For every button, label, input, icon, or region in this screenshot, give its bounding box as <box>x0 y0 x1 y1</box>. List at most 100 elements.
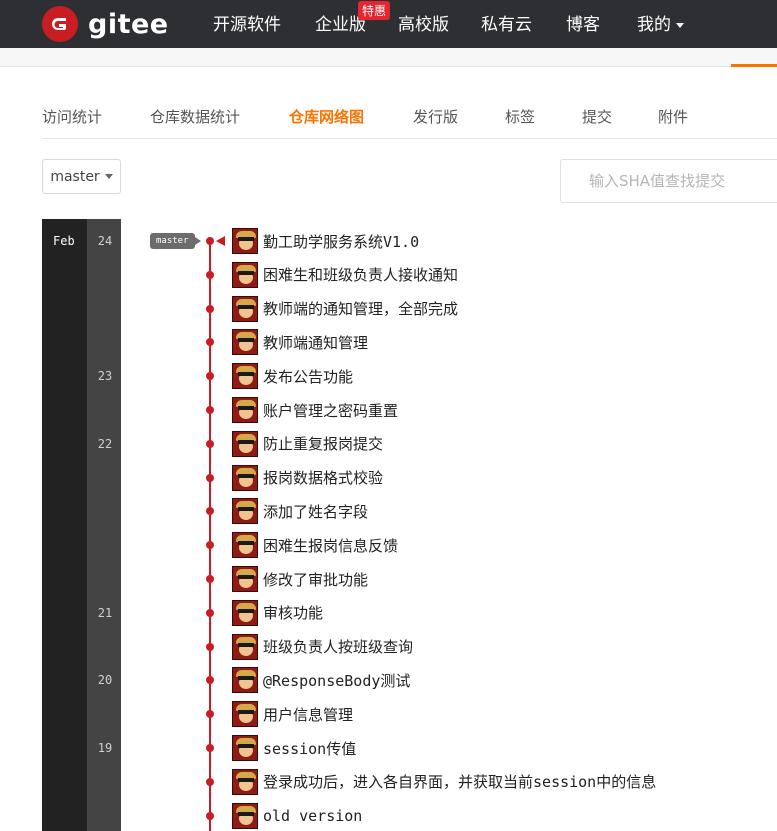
commit-row[interactable]: 困难生和班级负责人接收通知 <box>232 261 458 288</box>
nav-open-source[interactable]: 开源软件 <box>213 10 281 35</box>
commit-dot[interactable] <box>206 439 214 448</box>
commit-message[interactable]: 发布公告功能 <box>263 366 353 387</box>
commit-message[interactable]: 审核功能 <box>263 602 323 623</box>
commit-message[interactable]: @ResponseBody测试 <box>263 670 410 691</box>
commit-message[interactable]: 添加了姓名字段 <box>263 501 368 522</box>
avatar[interactable] <box>232 532 258 559</box>
nav-mine-menu[interactable]: 我的 <box>637 10 684 35</box>
avatar[interactable] <box>232 701 258 728</box>
day-label: 19 <box>97 741 113 755</box>
branch-select-value: master <box>50 168 100 185</box>
commit-dot[interactable] <box>206 473 214 482</box>
commit-dot[interactable] <box>206 608 214 617</box>
branch-head-tag[interactable]: master <box>150 233 200 249</box>
commit-row[interactable]: 添加了姓名字段 <box>232 498 368 525</box>
commit-dot[interactable] <box>206 777 214 786</box>
gitee-logo[interactable]: gitee <box>42 5 169 43</box>
commit-row[interactable]: 修改了审批功能 <box>232 566 368 592</box>
commit-row[interactable]: 报岗数据格式校验 <box>232 464 383 491</box>
commit-row[interactable]: 困难生报岗信息反馈 <box>232 532 398 559</box>
commit-dot[interactable] <box>206 406 214 414</box>
avatar[interactable] <box>232 566 258 592</box>
avatar[interactable] <box>232 599 258 626</box>
commit-dot[interactable] <box>206 811 214 820</box>
nav-blog[interactable]: 博客 <box>566 10 600 35</box>
commit-row[interactable]: 用户信息管理 <box>232 701 353 728</box>
tab-tags[interactable]: 标签 <box>505 106 535 127</box>
commit-dot[interactable] <box>206 710 214 719</box>
avatar[interactable] <box>232 633 258 660</box>
commit-message[interactable]: 班级负责人按班级查询 <box>263 636 413 657</box>
commit-row[interactable]: 勤工助学服务系统V1.0 <box>232 228 419 254</box>
commit-dot[interactable] <box>206 304 214 313</box>
commit-dot[interactable] <box>206 237 214 245</box>
commit-message[interactable]: 教师端的通知管理，全部完成 <box>263 298 458 319</box>
promo-badge: 特惠 <box>358 1 391 20</box>
commit-message[interactable]: 防止重复报岗提交 <box>263 433 383 454</box>
day-label: 22 <box>97 436 113 451</box>
commit-message[interactable]: 勤工助学服务系统V1.0 <box>263 231 419 252</box>
commit-message[interactable]: old version <box>263 807 362 825</box>
commit-dot[interactable] <box>206 338 214 347</box>
commit-row[interactable]: 防止重复报岗提交 <box>232 430 383 457</box>
day-label: 21 <box>97 605 113 620</box>
commit-message[interactable]: 用户信息管理 <box>263 704 353 725</box>
tab-network-graph[interactable]: 仓库网络图 <box>289 106 364 127</box>
commit-row[interactable]: 班级负责人按班级查询 <box>232 633 413 660</box>
commit-dot[interactable] <box>206 270 214 279</box>
commit-message[interactable]: 登录成功后，进入各自界面，并获取当前session中的信息 <box>263 771 656 792</box>
avatar[interactable] <box>232 228 258 254</box>
commit-message[interactable]: 账户管理之密码重置 <box>263 400 398 421</box>
commit-row[interactable]: session传值 <box>232 735 356 761</box>
tab-commits[interactable]: 提交 <box>582 106 612 127</box>
avatar[interactable] <box>232 363 258 390</box>
chevron-down-icon <box>676 22 684 28</box>
tab-attachments[interactable]: 附件 <box>658 106 688 127</box>
avatar[interactable] <box>232 498 258 525</box>
commit-dot[interactable] <box>206 676 214 685</box>
commit-message[interactable]: 报岗数据格式校验 <box>263 467 383 488</box>
tab-visit-stats[interactable]: 访问统计 <box>42 106 102 127</box>
commit-dot[interactable] <box>206 507 214 516</box>
top-navbar: gitee 开源软件 企业版 特惠 高校版 私有云 博客 我的 <box>0 0 777 48</box>
avatar[interactable] <box>232 768 258 795</box>
commit-row[interactable]: 登录成功后，进入各自界面，并获取当前session中的信息 <box>232 768 656 795</box>
nav-mine-label: 我的 <box>637 15 671 35</box>
commit-message[interactable]: session传值 <box>263 738 356 759</box>
commit-message[interactable]: 修改了审批功能 <box>263 569 368 590</box>
commit-row[interactable]: @ResponseBody测试 <box>232 667 410 694</box>
avatar[interactable] <box>232 329 258 356</box>
commit-row[interactable]: 账户管理之密码重置 <box>232 397 398 423</box>
tab-repo-data-stats[interactable]: 仓库数据统计 <box>150 106 240 127</box>
avatar[interactable] <box>232 430 258 457</box>
commit-dot[interactable] <box>206 541 214 550</box>
nav-education[interactable]: 高校版 <box>398 10 449 35</box>
branch-select[interactable]: master <box>42 159 121 194</box>
avatar[interactable] <box>232 295 258 322</box>
avatar[interactable] <box>232 397 258 423</box>
day-label: 20 <box>97 673 113 688</box>
month-label: Feb <box>53 234 75 248</box>
avatar[interactable] <box>232 735 258 761</box>
tab-releases[interactable]: 发行版 <box>413 106 458 127</box>
commit-row[interactable]: 教师端通知管理 <box>232 329 368 356</box>
commit-row[interactable]: 审核功能 <box>232 599 323 626</box>
commit-message[interactable]: 困难生和班级负责人接收通知 <box>263 264 458 285</box>
avatar[interactable] <box>232 464 258 491</box>
avatar[interactable] <box>232 802 258 829</box>
nav-private-cloud[interactable]: 私有云 <box>481 10 532 35</box>
commit-dot[interactable] <box>206 575 214 583</box>
commit-row[interactable]: old version <box>232 802 362 829</box>
avatar[interactable] <box>232 261 258 288</box>
commit-row[interactable]: 教师端的通知管理，全部完成 <box>232 295 458 322</box>
branch-line <box>209 240 211 831</box>
avatar[interactable] <box>232 667 258 694</box>
sha-search-input[interactable] <box>560 159 777 203</box>
commit-message[interactable]: 困难生报岗信息反馈 <box>263 535 398 556</box>
head-arrow-icon <box>216 236 225 246</box>
commit-dot[interactable] <box>206 372 214 381</box>
commit-dot[interactable] <box>206 642 214 651</box>
commit-dot[interactable] <box>206 744 214 752</box>
commit-message[interactable]: 教师端通知管理 <box>263 332 368 353</box>
commit-row[interactable]: 发布公告功能 <box>232 363 353 390</box>
